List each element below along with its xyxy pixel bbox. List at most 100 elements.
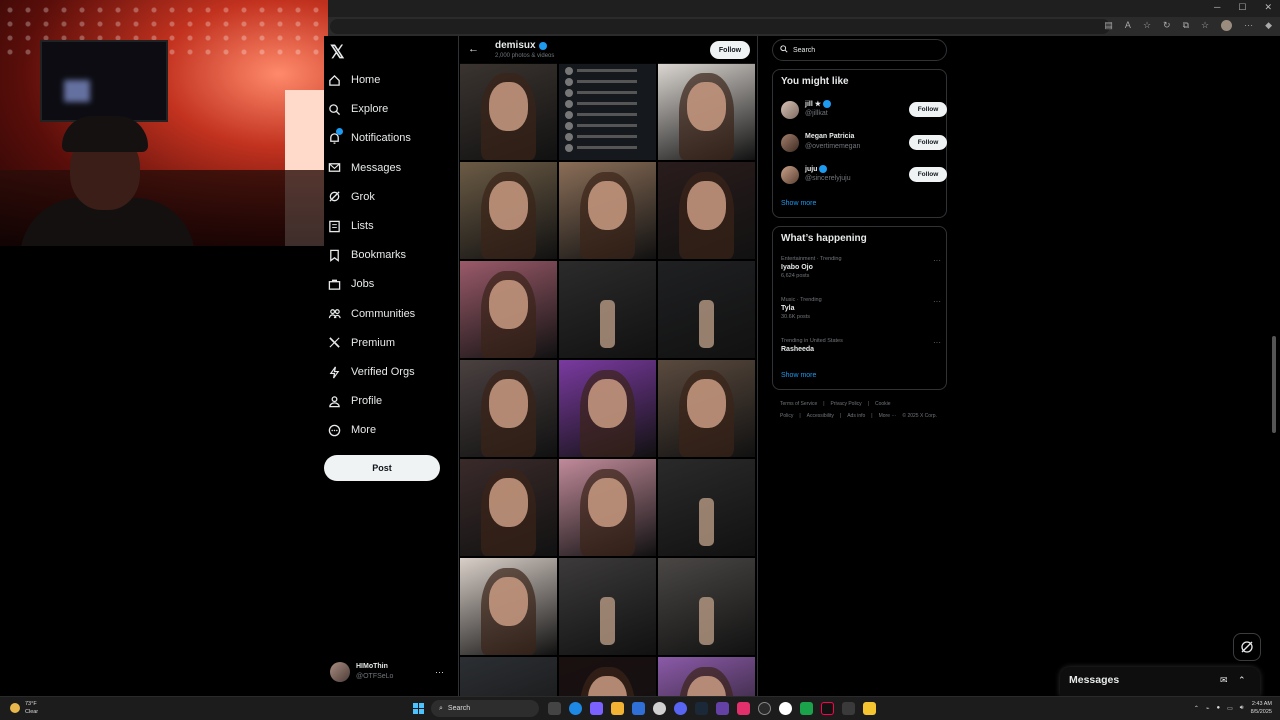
account-switcher[interactable]: HIMoThin @OTFSeLo ···: [330, 659, 456, 685]
compose-message-icon[interactable]: ✉: [1220, 675, 1228, 686]
media-tile[interactable]: [658, 162, 755, 259]
nav-item-grok[interactable]: Grok: [328, 186, 375, 208]
more-dots-icon[interactable]: ···: [933, 256, 941, 265]
nav-item-jobs[interactable]: Jobs: [328, 273, 374, 295]
media-tile[interactable]: [559, 657, 656, 696]
edge-icon[interactable]: [569, 702, 582, 715]
file-explorer-icon[interactable]: [611, 702, 624, 715]
messages-drawer[interactable]: Messages ✉ ⌃: [1060, 667, 1260, 696]
steam-icon[interactable]: [695, 702, 708, 715]
nav-item-bookmarks[interactable]: Bookmarks: [328, 244, 406, 266]
refresh-icon[interactable]: ↻: [1163, 20, 1171, 31]
media-tile[interactable]: [460, 261, 557, 358]
suggested-user[interactable]: Megan Patricia @overtimemegan Follow: [781, 131, 947, 155]
menu-icon[interactable]: ···: [1244, 20, 1253, 31]
sticky-notes-icon[interactable]: [863, 702, 876, 715]
discord-icon[interactable]: [674, 702, 687, 715]
more-dots-icon[interactable]: ···: [933, 297, 941, 306]
profile-avatar[interactable]: [1221, 20, 1233, 31]
volume-icon[interactable]: 🔊︎: [1240, 705, 1244, 712]
more-dots-icon[interactable]: ···: [933, 338, 941, 347]
nav-item-lists[interactable]: Lists: [328, 215, 374, 237]
show-more-trends-link[interactable]: Show more: [781, 372, 816, 379]
grok-button[interactable]: [1233, 633, 1261, 661]
star-icon[interactable]: ☆: [1143, 20, 1151, 31]
nav-item-explore[interactable]: Explore: [328, 98, 388, 120]
media-tile[interactable]: [559, 63, 656, 160]
split-icon[interactable]: ⧉: [1183, 20, 1189, 31]
read-aloud-icon[interactable]: A: [1125, 20, 1131, 31]
chrome-icon[interactable]: [653, 702, 666, 715]
nav-item-messages[interactable]: Messages: [328, 157, 401, 179]
footer-link[interactable]: Privacy Policy: [831, 401, 862, 407]
media-tile[interactable]: [658, 63, 755, 160]
page-scrollbar[interactable]: [1271, 36, 1277, 696]
favorites-icon[interactable]: ☆: [1201, 20, 1209, 31]
nav-item-more[interactable]: More: [328, 419, 376, 441]
tiktok-icon[interactable]: [821, 702, 834, 715]
xbox-icon[interactable]: [842, 702, 855, 715]
copilot-app-icon[interactable]: [590, 702, 603, 715]
address-bar[interactable]: [330, 19, 1110, 34]
clock[interactable]: 2:43 AM 8/5/2025: [1251, 700, 1272, 716]
obs-icon[interactable]: [758, 702, 771, 715]
task-view-icon[interactable]: [548, 702, 561, 715]
reader-icon[interactable]: ▤: [1104, 20, 1113, 31]
nav-item-notifications[interactable]: Notifications: [328, 127, 411, 149]
windows-start-icon[interactable]: [413, 703, 424, 714]
media-tile[interactable]: [658, 558, 755, 655]
media-tile[interactable]: [559, 558, 656, 655]
post-button[interactable]: Post: [324, 455, 440, 481]
nav-item-profile[interactable]: Profile: [328, 390, 382, 412]
media-tile[interactable]: [460, 162, 557, 259]
footer-link[interactable]: More ···: [879, 413, 897, 419]
outlook-icon[interactable]: [632, 702, 645, 715]
follow-button[interactable]: Follow: [710, 41, 750, 59]
nav-item-premium[interactable]: Premium: [328, 332, 395, 354]
media-tile[interactable]: [658, 459, 755, 556]
media-tile[interactable]: [559, 360, 656, 457]
chatgpt-icon[interactable]: [779, 702, 792, 715]
media-tile[interactable]: [460, 63, 557, 160]
footer-link[interactable]: © 2025 X Corp.: [902, 413, 937, 419]
footer-link[interactable]: Terms of Service: [780, 401, 817, 407]
display-icon[interactable]: ▭: [1227, 705, 1233, 712]
footer-link[interactable]: Accessibility: [807, 413, 834, 419]
media-tile[interactable]: [658, 360, 755, 457]
instagram-icon[interactable]: [737, 702, 750, 715]
expand-icon[interactable]: ⌃: [1238, 675, 1246, 686]
trend-item[interactable]: Entertainment · Trending Iyabo Ojo 6,624…: [781, 256, 941, 284]
x-logo-icon[interactable]: 𝕏: [330, 42, 345, 63]
weather-widget[interactable]: 73°F Clear: [10, 700, 38, 716]
trend-item[interactable]: Trending in United States Rasheeda ···: [781, 338, 941, 366]
taskbar-search[interactable]: ⌕ Search: [431, 700, 539, 717]
wifi-off-icon[interactable]: ⌁: [1206, 705, 1210, 712]
follow-button[interactable]: Follow: [909, 102, 947, 117]
suggested-user[interactable]: juju @sincerelyjuju Follow: [781, 163, 947, 187]
show-more-link[interactable]: Show more: [781, 200, 816, 207]
chevron-up-icon[interactable]: ⌃: [1194, 705, 1199, 712]
scrollbar-thumb[interactable]: [1272, 336, 1276, 433]
mic-icon[interactable]: ●: [1217, 705, 1221, 711]
follow-button[interactable]: Follow: [909, 134, 947, 150]
follow-button[interactable]: Follow: [909, 167, 947, 182]
minimize-icon[interactable]: ─: [1214, 2, 1220, 13]
nav-item-communities[interactable]: Communities: [328, 303, 415, 325]
search-input[interactable]: Search: [772, 39, 947, 61]
media-tile[interactable]: [559, 261, 656, 358]
media-tile[interactable]: [460, 558, 557, 655]
more-dots-icon[interactable]: ···: [435, 667, 444, 677]
media-tile[interactable]: [460, 459, 557, 556]
suggested-user[interactable]: jill ★ @jillkat Follow: [781, 98, 947, 122]
copilot-icon[interactable]: ◆: [1265, 20, 1272, 31]
trend-item[interactable]: Music · Trending Tyla 30.6K posts ···: [781, 297, 941, 325]
media-tile[interactable]: [559, 459, 656, 556]
app-green-icon[interactable]: [800, 702, 813, 715]
close-icon[interactable]: ✕: [1264, 2, 1272, 13]
back-arrow-icon[interactable]: ←: [468, 43, 479, 55]
media-tile[interactable]: [460, 360, 557, 457]
media-tile[interactable]: [658, 261, 755, 358]
media-tile[interactable]: [658, 657, 755, 696]
media-tile[interactable]: [559, 162, 656, 259]
maximize-icon[interactable]: ☐: [1238, 2, 1246, 13]
